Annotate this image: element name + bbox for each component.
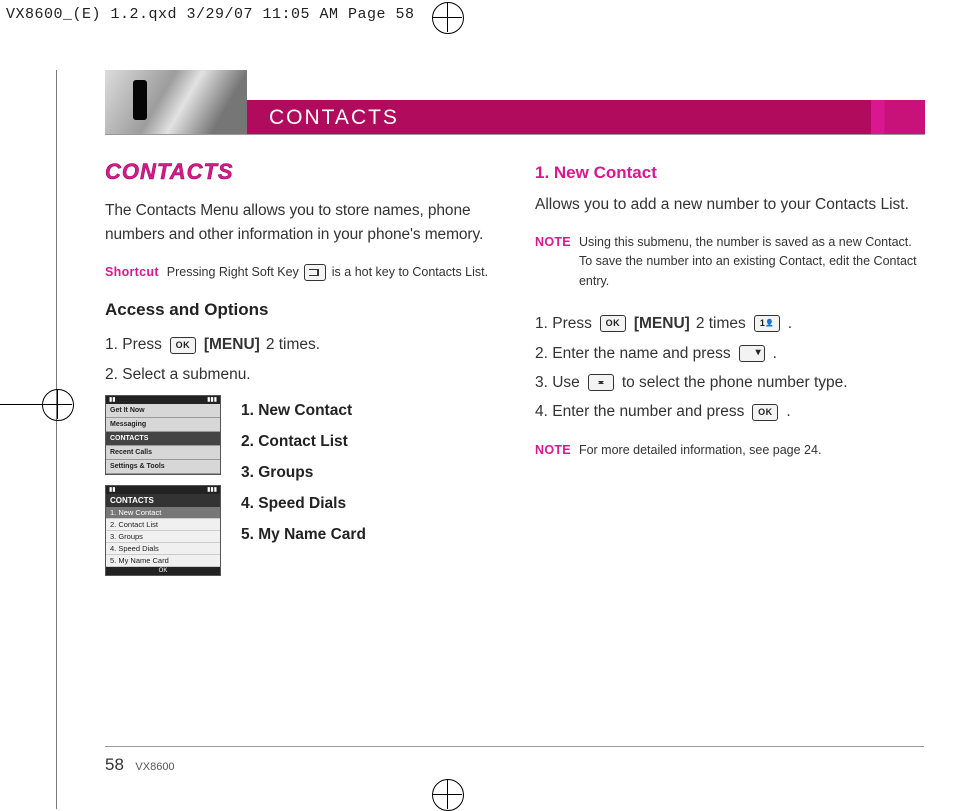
page-footer: 58 VX8600 [105,746,924,775]
s3-b: to select the phone number type. [622,368,848,397]
note-text: For more detailed information, see page … [579,441,925,460]
nc-step-4: 4. Enter the number and press OK . [535,397,925,426]
ok-softkey-label: OK [106,567,220,575]
list-item: 3. Groups [106,531,220,543]
shortcut-text: Pressing Right Soft Key is a hot key to … [167,263,495,282]
step1-a: 1. Press [105,330,162,359]
shortcut-text-a: Pressing Right Soft Key [167,265,302,279]
list-item: 4. Speed Dials [106,543,220,555]
submenu-item: 4. Speed Dials [241,488,366,519]
nav-key-icon [588,374,614,391]
menu-item: Messaging [106,418,220,432]
page-content: CONTACTS CONTACTS The Contacts Menu allo… [105,70,925,586]
section-title-bar: CONTACTS [247,100,925,134]
menu-item: Get It Now [106,404,220,418]
contacts-heading: CONTACTS [105,159,495,185]
step1-menu-label: [MENU] [204,330,260,359]
phone-screen-contacts: ▮▮▮▮▮ CONTACTS 1. New Contact 2. Contact… [105,485,221,576]
crop-mark-left [42,389,72,419]
screen-title: CONTACTS [106,494,220,507]
shortcut-note: Shortcut Pressing Right Soft Key is a ho… [105,263,495,282]
page-number: 58 [105,755,124,774]
submenu-item: 2. Contact List [241,426,366,457]
page-header-row: CONTACTS [105,70,925,135]
submenu-list: 1. New Contact 2. Contact List 3. Groups… [241,395,366,586]
menu-item: Recent Calls [106,446,220,460]
note-label: NOTE [535,441,571,460]
list-item: 2. Contact List [106,519,220,531]
submenu-item: 1. New Contact [241,395,366,426]
s1-a: 1. Press [535,309,592,338]
note-label: NOTE [535,233,571,291]
ok-key-icon: OK [600,315,626,332]
s1-c: 2 times [696,309,746,338]
contacts-intro: The Contacts Menu allows you to store na… [105,199,495,247]
submenu-item: 5. My Name Card [241,519,366,550]
ok-key-icon: OK [170,337,196,354]
s4-a: 4. Enter the number and press [535,397,744,426]
nc-step-3: 3. Use to select the phone number type. [535,368,925,397]
menu-item-selected: CONTACTS [106,432,220,446]
shortcut-label: Shortcut [105,263,159,282]
submenu-block: ▮▮▮▮▮ Get It Now Messaging CONTACTS Rece… [105,395,495,586]
s1-menu-label: [MENU] [634,309,690,338]
list-item: 1. New Contact [106,507,220,519]
note-2: NOTE For more detailed information, see … [535,441,925,460]
s4-b: . [786,397,790,426]
print-job-header: VX8600_(E) 1.2.qxd 3/29/07 11:05 AM Page… [6,6,415,23]
s2-a: 2. Enter the name and press [535,339,731,368]
step1-c: 2 times. [266,330,320,359]
menu-item: Settings & Tools [106,460,220,474]
crop-mark-bottom [432,779,462,809]
ok-key-icon: OK [752,404,778,421]
access-step-2: 2. Select a submenu. [105,360,495,389]
list-item: 5. My Name Card [106,555,220,567]
note-1: NOTE Using this submenu, the number is s… [535,233,925,291]
access-steps: 1. Press OK [MENU] 2 times. 2. Select a … [105,330,495,389]
s3-a: 3. Use [535,368,580,397]
shortcut-text-b: is a hot key to Contacts List. [332,265,488,279]
step2-text: 2. Select a submenu. [105,360,251,389]
right-column: 1. New Contact Allows you to add a new n… [535,159,925,586]
nav-down-key-icon [739,345,765,362]
new-contact-intro: Allows you to add a new number to your C… [535,193,925,217]
new-contact-steps: 1. Press OK [MENU] 2 times 1 . 2. Enter … [535,309,925,427]
model-number: VX8600 [135,761,174,773]
nc-step-1: 1. Press OK [MENU] 2 times 1 . [535,309,925,338]
header-photo [105,70,247,134]
access-options-heading: Access and Options [105,300,495,320]
new-contact-heading: 1. New Contact [535,163,925,183]
crop-mark-top [432,2,462,32]
left-column: CONTACTS The Contacts Menu allows you to… [105,159,495,586]
s2-b: . [773,339,777,368]
s1-d: . [788,309,792,338]
right-soft-key-icon [304,264,326,281]
nc-step-2: 2. Enter the name and press . [535,339,925,368]
phone-screen-menu: ▮▮▮▮▮ Get It Now Messaging CONTACTS Rece… [105,395,221,475]
one-key-icon: 1 [754,315,780,332]
access-step-1: 1. Press OK [MENU] 2 times. [105,330,495,359]
phone-screenshots: ▮▮▮▮▮ Get It Now Messaging CONTACTS Rece… [105,395,225,586]
submenu-item: 3. Groups [241,457,366,488]
note-text: Using this submenu, the number is saved … [579,233,925,291]
crop-line-left [56,70,57,809]
